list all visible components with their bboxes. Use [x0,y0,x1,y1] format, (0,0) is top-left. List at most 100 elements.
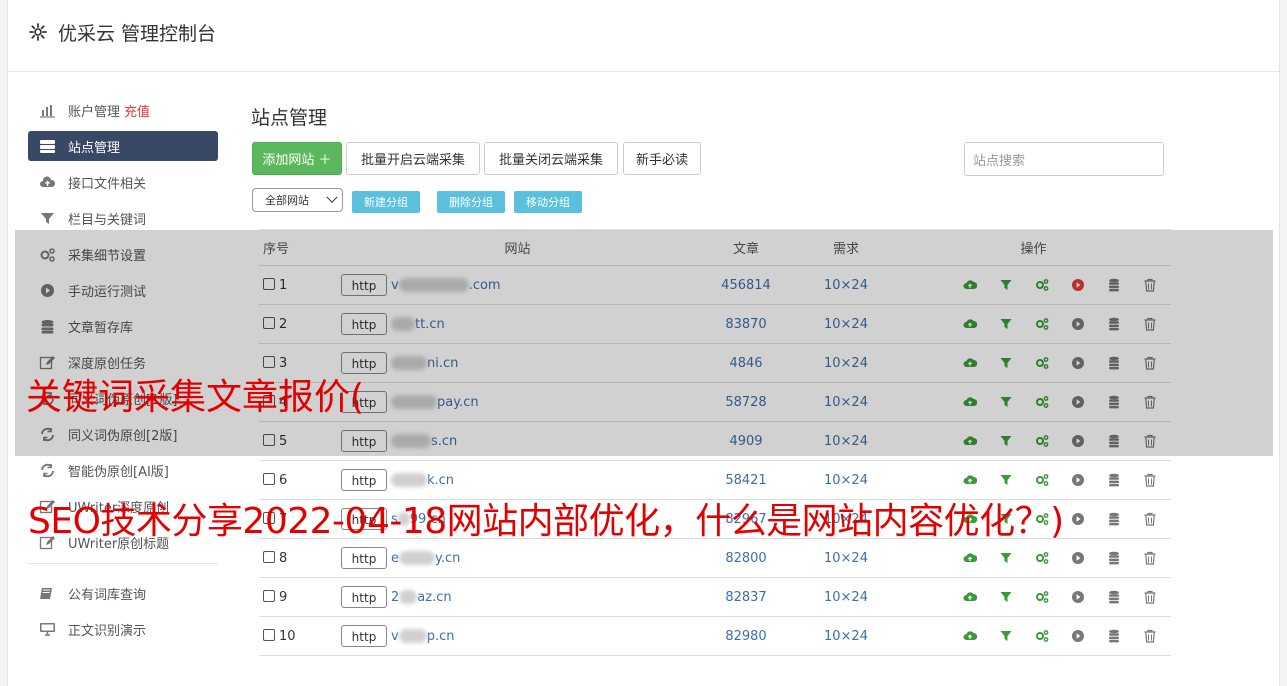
move-group-button[interactable]: 移动分组 [514,191,582,213]
trash-icon[interactable] [1143,590,1157,604]
site-prefix: 2 [391,589,400,605]
page-title: 站点管理 [251,107,328,129]
site-link[interactable]: v p.cn [391,629,454,644]
http-badge[interactable]: http [341,469,387,491]
play-circle-icon[interactable] [1071,590,1085,604]
sidebar-item-label: 公有词库查询 [68,587,147,603]
cloud-upload-icon[interactable] [963,473,978,487]
trash-icon[interactable] [1143,512,1157,526]
database-icon[interactable] [1107,473,1121,487]
filter-icon [39,211,56,226]
site-domain: p.cn [426,628,455,644]
row-actions [896,616,1171,656]
sidebar-divider [28,563,218,564]
http-badge[interactable]: http [341,625,387,647]
overlay-band [15,230,1273,456]
sidebar-item-label: 接口文件相关 [68,176,147,192]
delete-group-button[interactable]: 删除分组 [437,191,505,213]
row-index-cell: 8 [259,538,339,578]
row-checkbox[interactable] [263,472,275,485]
monitor-icon [39,622,56,637]
gears-icon[interactable] [1035,551,1049,565]
redacted-mask [399,590,418,604]
http-badge[interactable]: http [341,586,387,608]
site-prefix: e [391,550,399,566]
cloud-upload-icon[interactable] [963,590,978,604]
site-link[interactable]: k.cn [391,473,454,488]
database-icon[interactable] [1107,551,1121,565]
filter-icon[interactable] [999,473,1013,487]
book-icon [39,586,56,601]
newbie-guide-button[interactable]: 新手必读 [623,142,701,175]
database-icon[interactable] [1107,512,1121,526]
database-icon[interactable] [1107,590,1121,604]
play-circle-icon[interactable] [1071,473,1085,487]
top-bar: 优采云 管理控制台 [8,0,1279,72]
row-checkbox[interactable] [263,628,275,641]
row-demand[interactable]: 10×24 [796,538,896,578]
play-circle-icon[interactable] [1071,512,1085,526]
row-articles[interactable]: 82837 [696,577,796,617]
sidebar-item[interactable]: 账户管理 充值 [28,95,218,125]
site-domain: az.cn [417,589,452,605]
redacted-mask [391,473,427,487]
row-actions [896,538,1171,578]
row-site-cell: http e y.cn [339,538,696,578]
trash-icon[interactable] [1143,551,1157,565]
filter-icon[interactable] [999,590,1013,604]
add-site-button[interactable]: 添加网站 ＋ [252,142,342,175]
gear-icon [29,23,47,41]
sidebar-item[interactable]: 接口文件相关 [28,167,218,197]
sidebar-item[interactable]: 公有词库查询 [28,578,218,608]
site-link[interactable]: e y.cn [391,551,460,566]
table-row: 8 http e y.cn 82800 10×24 [259,538,1171,578]
group-select[interactable]: 全部网站 [252,188,343,212]
play-circle-icon[interactable] [1071,629,1085,643]
row-demand[interactable]: 10×24 [796,577,896,617]
filter-icon[interactable] [999,629,1013,643]
sidebar-item[interactable]: 站点管理 [28,131,218,161]
site-search-input[interactable]: 站点搜索 [964,142,1164,176]
cloud-upload-icon[interactable] [963,551,978,565]
batch-close-button[interactable]: 批量关闭云端采集 [484,142,618,175]
sidebar-item[interactable]: 智能伪原创[AI版] [28,455,218,485]
database-icon[interactable] [1107,629,1121,643]
server-icon [39,139,56,154]
bar-chart-icon [39,103,56,118]
sidebar-item-label: 账户管理 [68,104,121,120]
gears-icon[interactable] [1035,590,1049,604]
redacted-mask [398,629,427,643]
gears-icon[interactable] [1035,473,1049,487]
row-demand[interactable]: 10×24 [796,616,896,656]
sidebar-item-label: 栏目与关键词 [68,212,147,228]
row-actions [896,577,1171,617]
play-circle-icon[interactable] [1071,551,1085,565]
sidebar-item[interactable]: 正文识别演示 [28,614,218,644]
row-articles[interactable]: 82800 [696,538,796,578]
trash-icon[interactable] [1143,629,1157,643]
http-badge[interactable]: http [341,547,387,569]
trash-icon[interactable] [1143,473,1157,487]
batch-open-button[interactable]: 批量开启云端采集 [346,142,480,175]
filter-icon[interactable] [999,551,1013,565]
site-domain: k.cn [427,472,455,488]
row-articles[interactable]: 82980 [696,616,796,656]
sidebar-item[interactable]: 栏目与关键词 [28,203,218,233]
redacted-mask [399,551,435,565]
row-site-cell: http 2 az.cn [339,577,696,617]
caption-line-1: 关键词采集文章报价( [26,377,365,418]
row-checkbox[interactable] [263,589,275,602]
new-group-button[interactable]: 新建分组 [352,191,420,213]
recharge-link[interactable]: 充值 [124,101,150,120]
site-link[interactable]: 2 az.cn [391,590,452,605]
refresh-icon [39,463,56,478]
row-checkbox[interactable] [263,550,275,563]
table-row: 9 http 2 az.cn 82837 10×24 [259,577,1171,617]
sidebar-item-label: 智能伪原创[AI版] [68,464,169,480]
chevron-down-icon [326,191,338,203]
cloud-upload-icon[interactable] [963,629,978,643]
gears-icon[interactable] [1035,629,1049,643]
site-domain: y.cn [435,550,461,566]
site-prefix: v [391,628,399,644]
row-index: 6 [279,472,288,488]
